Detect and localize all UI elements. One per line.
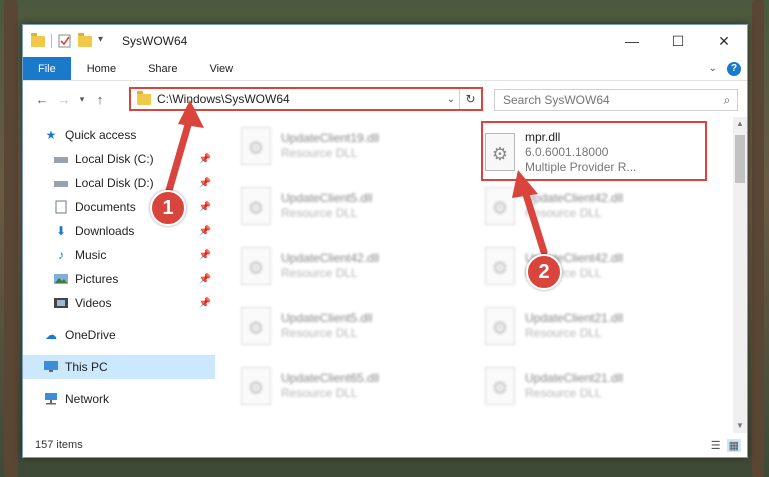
folder-icon [137,90,151,105]
pin-icon[interactable]: 📌 [199,154,211,165]
close-button[interactable]: ✕ [701,25,747,57]
title-bar[interactable]: ▾ SysWOW64 — ☐ ✕ [23,25,747,57]
dll-file-icon: ⚙ [485,133,515,171]
network-icon [43,392,59,406]
pin-icon[interactable]: 📌 [199,250,211,261]
music-icon: ♪ [58,248,64,262]
cloud-icon: ☁ [45,328,57,342]
scroll-down-icon[interactable]: ▼ [733,419,747,433]
dll-file-icon: ⚙ [241,307,271,345]
tab-home[interactable]: Home [71,57,132,80]
tab-view[interactable]: View [193,57,249,80]
background-tree [752,0,764,477]
customize-toolbar-icon[interactable]: ▾ [98,34,112,48]
callout-1: 1 [150,190,186,226]
file-item[interactable]: ⚙ UpdateClient42.dll Resource DLL [485,243,711,289]
window-title: SysWOW64 [122,34,188,48]
star-icon: ★ [45,128,57,142]
callout-2: 2 [526,254,562,290]
dll-file-icon: ⚙ [485,367,515,405]
pin-icon[interactable]: 📌 [199,178,211,189]
recent-locations-icon[interactable]: ▾ [75,88,89,110]
pin-icon[interactable]: 📌 [199,226,211,237]
sidebar-item-onedrive[interactable]: ☁ OneDrive [23,323,215,347]
sidebar-item-quick-access[interactable]: ★ Quick access [23,123,215,147]
file-item-mpr-dll[interactable]: ⚙ mpr.dll 6.0.6001.18000 Multiple Provid… [485,125,711,179]
address-bar[interactable]: C:\Windows\SysWOW64 ⌄ ↻ [129,87,483,111]
minimize-button[interactable]: — [609,25,655,57]
ribbon-tabs: File Home Share View ⌄ ? [23,57,747,81]
pin-icon[interactable]: 📌 [199,274,211,285]
folder-icon [31,32,45,47]
dll-file-icon: ⚙ [485,247,515,285]
computer-icon [43,360,59,374]
sidebar-item-music[interactable]: ♪ Music 📌 [23,243,215,267]
details-view-icon[interactable]: ☰ [711,439,721,452]
file-item[interactable]: ⚙ UpdateClient42.dll Resource DLL [241,243,467,289]
sidebar-item-network[interactable]: Network [23,387,215,411]
file-item[interactable]: ⚙ UpdateClient5.dll Resource DLL [241,303,467,349]
status-bar: 157 items ☰ ▦ [23,433,747,457]
search-icon[interactable]: ⌕ [717,93,737,108]
separator [51,34,52,48]
scroll-up-icon[interactable]: ▲ [733,117,747,131]
forward-button[interactable]: → [53,88,75,110]
tab-file[interactable]: File [23,57,71,80]
download-icon: ⬇ [55,224,67,238]
refresh-icon[interactable]: ↻ [459,89,481,109]
documents-icon [53,200,69,214]
file-item[interactable]: ⚙ UpdateClient5.dll Resource DLL [241,183,467,229]
dll-file-icon: ⚙ [485,307,515,345]
maximize-button[interactable]: ☐ [655,25,701,57]
drive-icon [53,176,69,190]
dll-file-icon: ⚙ [241,367,271,405]
file-item[interactable]: ⚙ UpdateClient19.dll Resource DLL [241,123,467,169]
file-list[interactable]: ⚙ UpdateClient19.dll Resource DLL ⚙ Updat… [215,117,747,433]
chevron-down-icon[interactable]: ⌄ [443,94,459,105]
background-tree [4,0,18,477]
sidebar-item-downloads[interactable]: ⬇ Downloads 📌 [23,219,215,243]
expand-ribbon-icon[interactable]: ⌄ [709,63,717,74]
sidebar-item-videos[interactable]: Videos 📌 [23,291,215,315]
address-row: ← → ▾ ↑ C:\Windows\SysWOW64 ⌄ ↻ ⌕ [23,81,747,117]
sidebar-item-local-disk-d[interactable]: Local Disk (D:) 📌 [23,171,215,195]
view-switcher: ☰ ▦ [711,438,747,452]
sidebar-item-pictures[interactable]: Pictures 📌 [23,267,215,291]
explorer-window: ▾ SysWOW64 — ☐ ✕ File Home Share View ⌄ … [22,24,748,458]
item-count: 157 items [35,439,83,451]
up-button[interactable]: ↑ [89,88,111,110]
help-icon[interactable]: ? [727,61,741,76]
new-folder-icon[interactable] [78,32,92,47]
pin-icon[interactable]: 📌 [199,202,211,213]
window-controls: — ☐ ✕ [609,25,747,57]
scrollbar-thumb[interactable] [735,135,745,183]
tab-share[interactable]: Share [132,57,193,80]
dll-file-icon: ⚙ [241,187,271,225]
navigation-pane[interactable]: ★ Quick access Local Disk (C:) 📌 Local D… [23,117,215,433]
search-box[interactable]: ⌕ [494,89,738,111]
sidebar-item-this-pc[interactable]: This PC [23,355,215,379]
file-item[interactable]: ⚙ UpdateClient21.dll Resource DLL [485,303,711,349]
dll-file-icon: ⚙ [485,187,515,225]
sidebar-item-documents[interactable]: Documents 📌 [23,195,215,219]
file-item[interactable]: ⚙ UpdateClient65.dll Resource DLL [241,363,467,409]
search-input[interactable] [495,93,717,107]
properties-icon[interactable] [58,34,72,48]
back-button[interactable]: ← [31,88,53,110]
quick-access-toolbar: ▾ [23,32,112,48]
pictures-icon [53,272,69,286]
dll-file-icon: ⚙ [241,127,271,165]
sidebar-item-local-disk-c[interactable]: Local Disk (C:) 📌 [23,147,215,171]
address-path[interactable]: C:\Windows\SysWOW64 [157,92,290,106]
main-area: ★ Quick access Local Disk (C:) 📌 Local D… [23,117,747,433]
file-item[interactable]: ⚙ UpdateClient42.dll Resource DLL [485,183,711,229]
dll-file-icon: ⚙ [241,247,271,285]
ribbon-right-controls: ⌄ ? [709,57,747,80]
drive-icon [53,152,69,166]
file-item[interactable]: ⚙ UpdateClient21.dll Resource DLL [485,363,711,409]
vertical-scrollbar[interactable]: ▲ ▼ [733,117,747,433]
large-icons-view-icon[interactable]: ▦ [726,438,741,452]
pin-icon[interactable]: 📌 [199,298,211,309]
videos-icon [53,296,69,310]
